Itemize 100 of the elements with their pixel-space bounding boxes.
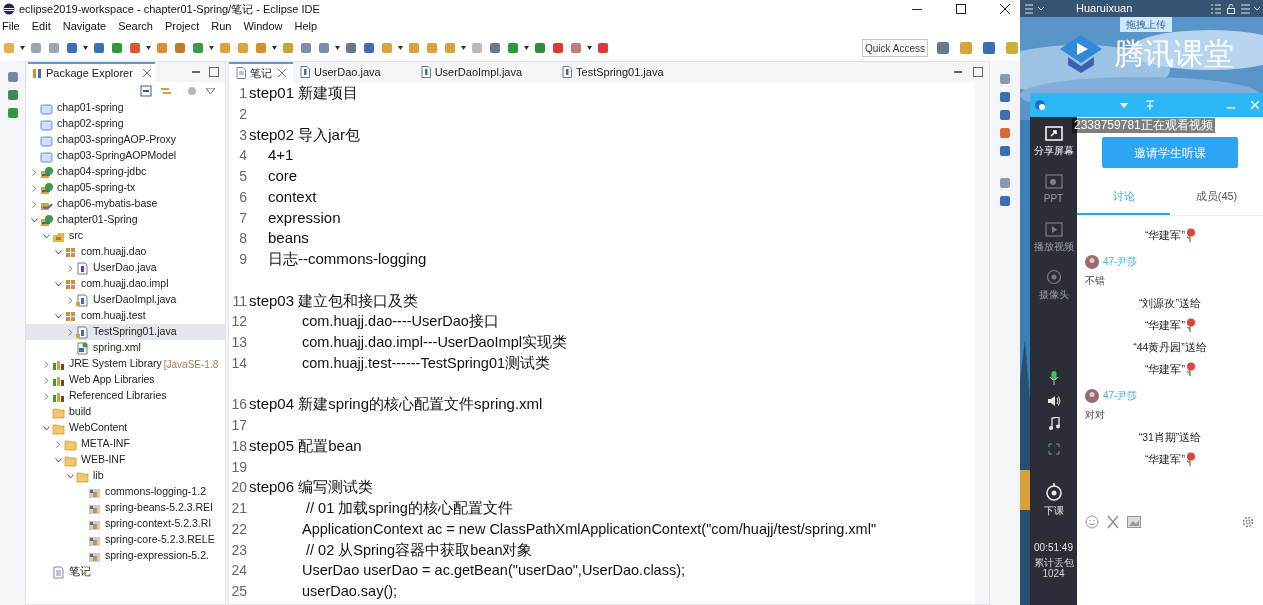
tree-item[interactable]: chapter01-Spring — [26, 212, 225, 228]
tree-item[interactable]: chap05-spring-tx — [26, 180, 225, 196]
editor-tab[interactable]: UserDaoImpl.java — [413, 62, 530, 82]
toolbar-icon[interactable] — [128, 41, 142, 55]
toolbar-icon[interactable] — [344, 41, 358, 55]
tree-item[interactable]: chap03-springAOP-Proxy — [26, 132, 225, 148]
tree-item[interactable]: com.huajj.dao.impl — [26, 276, 225, 292]
tree-item[interactable]: chap06-mybatis-base — [26, 196, 225, 212]
tree-item[interactable]: spring-expression-5.2. — [26, 548, 225, 564]
dropdown-arrow-icon[interactable] — [461, 46, 466, 50]
tree-item[interactable]: chap03-SpringAOPModel — [26, 148, 225, 164]
menu-item[interactable]: Window — [242, 18, 284, 35]
view-icon[interactable] — [6, 107, 19, 119]
toolbar-icon[interactable] — [92, 41, 106, 55]
tree-item[interactable]: spring-context-5.2.3.RI — [26, 516, 225, 532]
toolbar-icon[interactable] — [506, 41, 520, 55]
tree-item[interactable]: META-INF — [26, 436, 225, 452]
dropdown-arrow-icon[interactable] — [335, 46, 340, 50]
dropdown-arrow-icon[interactable] — [587, 46, 592, 50]
toolbar-icon[interactable] — [110, 41, 124, 55]
toolbar-icon[interactable] — [65, 41, 79, 55]
editor-tab[interactable]: UserDao.java — [293, 62, 388, 82]
editor-tab[interactable]: 笔记 — [229, 62, 293, 82]
settings-icon[interactable] — [1241, 515, 1255, 529]
image-icon[interactable] — [1127, 516, 1141, 528]
view-icon[interactable] — [999, 177, 1011, 189]
view-icon[interactable] — [999, 195, 1011, 207]
lock-icon[interactable] — [1227, 3, 1235, 14]
tree-item[interactable]: build — [26, 404, 225, 420]
dropdown-arrow-icon[interactable] — [524, 46, 529, 50]
view-tab[interactable]: Package Explorer — [28, 62, 155, 82]
quick-access-field[interactable]: Quick Access — [862, 39, 928, 57]
tree-item[interactable]: Referenced Libraries — [26, 388, 225, 404]
upload-button[interactable]: 拖拽上传 — [1120, 17, 1172, 32]
tree-item[interactable]: chap02-spring — [26, 116, 225, 132]
tree-item[interactable]: UserDao.java — [26, 260, 225, 276]
menu-item[interactable]: Help — [293, 18, 319, 35]
toolbar-icon[interactable] — [488, 41, 502, 55]
tree-item[interactable]: TestSpring01.java — [26, 324, 225, 340]
menu-item[interactable]: Project — [164, 18, 201, 35]
maximize-icon[interactable] — [956, 4, 966, 14]
dropdown-arrow-icon[interactable] — [146, 46, 151, 50]
menu-item[interactable]: Run — [210, 18, 233, 35]
tree-item[interactable]: WEB-INF — [26, 452, 225, 468]
view-icon[interactable] — [999, 145, 1011, 157]
tree-item[interactable]: com.huajj.test — [26, 308, 225, 324]
emoji-icon[interactable] — [1085, 515, 1099, 529]
menu-icon[interactable] — [1241, 3, 1261, 14]
toolbar-icon[interactable] — [596, 41, 610, 55]
view-icon[interactable] — [999, 91, 1011, 103]
dropdown-arrow-icon[interactable] — [83, 46, 88, 50]
tree-item[interactable]: commons-logging-1.2 — [26, 484, 225, 500]
editor-tab[interactable]: TestSpring01.java — [555, 62, 671, 82]
toolbar-icon[interactable] — [551, 41, 565, 55]
tree-item[interactable]: spring-core-5.2.3.RELE — [26, 532, 225, 548]
dropdown-arrow-icon[interactable] — [20, 46, 25, 50]
menu-item[interactable]: Navigate — [61, 18, 108, 35]
dropdown-arrow-icon[interactable] — [272, 46, 277, 50]
perspective-icon[interactable] — [958, 40, 974, 56]
tree-item[interactable]: com.huajj.dao — [26, 244, 225, 260]
perspective-icon[interactable] — [935, 40, 951, 56]
list-icon[interactable] — [1211, 3, 1221, 14]
tree-item[interactable]: lib — [26, 468, 225, 484]
close-icon[interactable] — [1000, 4, 1010, 14]
menu-item[interactable]: Edit — [30, 18, 52, 35]
view-menu-icon[interactable] — [206, 88, 215, 94]
toolbar-icon[interactable] — [236, 41, 250, 55]
toolbar-icon[interactable] — [191, 41, 205, 55]
end-class-icon[interactable] — [1044, 483, 1063, 501]
music-note-icon[interactable] — [1047, 417, 1060, 431]
view-icon[interactable] — [6, 71, 19, 83]
tree-item[interactable]: chap01-spring — [26, 100, 225, 116]
speaker-icon[interactable] — [1046, 395, 1061, 407]
perspective-icon[interactable] — [1004, 40, 1020, 56]
scrollbar[interactable] — [975, 82, 989, 604]
tree-item[interactable]: JRE System Library [JavaSE-1.8 — [26, 356, 225, 372]
fullscreen-icon[interactable] — [1047, 443, 1060, 455]
toolbar-icon[interactable] — [173, 41, 187, 55]
tree-item[interactable]: spring.xml — [26, 340, 225, 356]
tree-item[interactable]: spring-beans-5.2.3.REI — [26, 500, 225, 516]
tree-item[interactable]: 笔记 — [26, 564, 225, 580]
menu-icon[interactable] — [1024, 3, 1046, 14]
tree-item[interactable]: chap04-spring-jdbc — [26, 164, 225, 180]
view-icon[interactable] — [6, 89, 19, 101]
perspective-icon[interactable] — [981, 40, 997, 56]
tree-item[interactable]: Web App Libraries — [26, 372, 225, 388]
view-icon[interactable] — [999, 73, 1011, 85]
focus-icon[interactable] — [186, 85, 198, 97]
menu-item[interactable]: File — [1, 18, 21, 35]
tool-button[interactable]: 分享屏幕 — [1033, 125, 1074, 165]
view-icon[interactable] — [999, 127, 1011, 139]
toolbar-icon[interactable] — [533, 41, 547, 55]
dropdown-arrow-icon[interactable] — [209, 46, 214, 50]
toolbar-icon[interactable] — [299, 41, 313, 55]
link-icon[interactable] — [160, 85, 172, 97]
chat-tab[interactable]: 成员(45) — [1170, 188, 1263, 215]
collapse-all-icon[interactable] — [140, 85, 152, 97]
tree-item[interactable]: src — [26, 228, 225, 244]
toolbar-icon[interactable] — [425, 41, 439, 55]
scissors-icon[interactable] — [1107, 515, 1119, 529]
